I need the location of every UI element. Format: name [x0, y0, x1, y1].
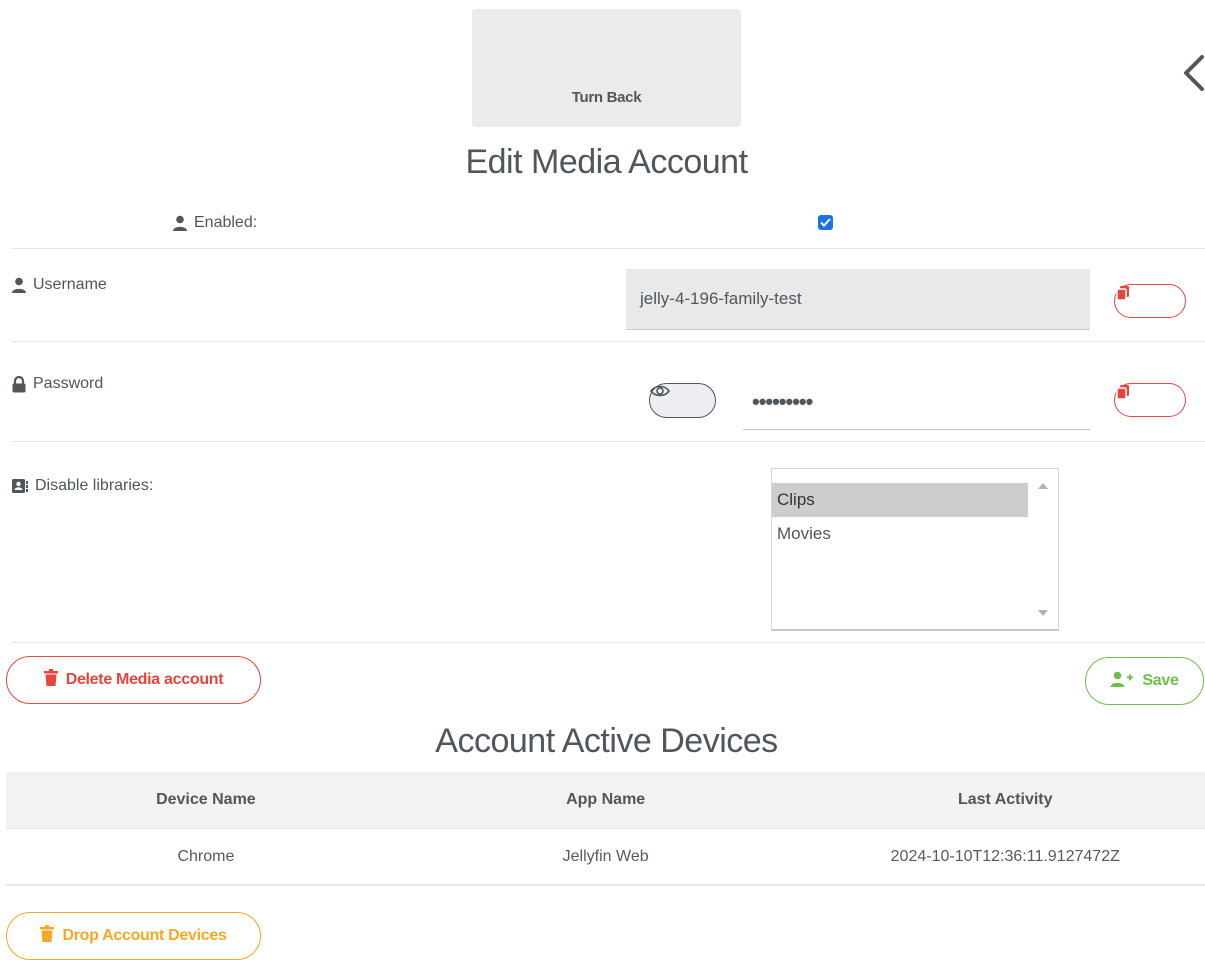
libraries-label: Disable libraries: — [11, 477, 153, 495]
table-row: Chrome Jellyfin Web 2024-10-10T12:36:11.… — [6, 829, 1205, 886]
copy-username-button[interactable] — [1114, 284, 1186, 318]
username-field[interactable]: jelly-4-196-family-test — [626, 269, 1090, 330]
delete-account-button[interactable]: Delete Media account — [6, 656, 261, 704]
libraries-label-text: Disable libraries: — [35, 477, 153, 495]
user-icon — [11, 277, 27, 293]
password-label-text: Password — [33, 375, 103, 393]
user-icon — [172, 215, 188, 231]
divider — [11, 642, 1205, 643]
username-label: Username — [11, 276, 107, 294]
page-title: Edit Media Account — [0, 143, 1205, 182]
column-header: Last Activity — [806, 772, 1205, 829]
trash-icon — [44, 669, 58, 691]
divider — [11, 248, 1205, 249]
device-name-cell: Chrome — [6, 829, 406, 886]
divider — [11, 341, 1205, 342]
divider — [11, 441, 1205, 442]
turn-back-button[interactable]: Turn Back — [472, 9, 741, 127]
turn-back-label: Turn Back — [472, 89, 741, 106]
column-header: App Name — [406, 772, 806, 829]
password-field[interactable]: ••••••••• — [743, 382, 1090, 430]
devices-table: Device Name App Name Last Activity Chrom… — [6, 772, 1205, 886]
scroll-down-arrow-icon[interactable] — [1038, 610, 1048, 616]
user-plus-icon — [1110, 671, 1134, 692]
table-header-row: Device Name App Name Last Activity — [6, 772, 1205, 829]
scroll-up-arrow-icon[interactable] — [1038, 483, 1048, 489]
save-label: Save — [1142, 672, 1178, 690]
save-button[interactable]: Save — [1085, 657, 1204, 705]
app-name-cell: Jellyfin Web — [406, 829, 806, 886]
enabled-label: Enabled: — [172, 214, 257, 232]
last-activity-cell: 2024-10-10T12:36:11.9127472Z — [806, 829, 1205, 886]
library-option-clips[interactable]: Clips — [772, 483, 1028, 517]
username-label-text: Username — [33, 276, 107, 294]
library-option-movies[interactable]: Movies — [772, 517, 1028, 551]
devices-title: Account Active Devices — [0, 722, 1205, 761]
enabled-label-text: Enabled: — [194, 214, 257, 232]
password-label: Password — [11, 375, 103, 393]
delete-account-label: Delete Media account — [66, 671, 224, 689]
column-header: Device Name — [6, 772, 406, 829]
drop-devices-button[interactable]: Drop Account Devices — [6, 912, 261, 960]
listbox-scrollbar[interactable] — [1028, 469, 1058, 630]
drop-devices-label: Drop Account Devices — [62, 927, 226, 945]
libraries-listbox[interactable]: Clips Movies — [771, 468, 1059, 631]
address-book-icon — [11, 478, 29, 494]
show-password-button[interactable] — [649, 383, 716, 418]
trash-icon — [40, 925, 54, 947]
lock-icon — [11, 376, 27, 393]
enabled-checkbox[interactable] — [818, 215, 833, 230]
copy-password-button[interactable] — [1114, 383, 1186, 417]
